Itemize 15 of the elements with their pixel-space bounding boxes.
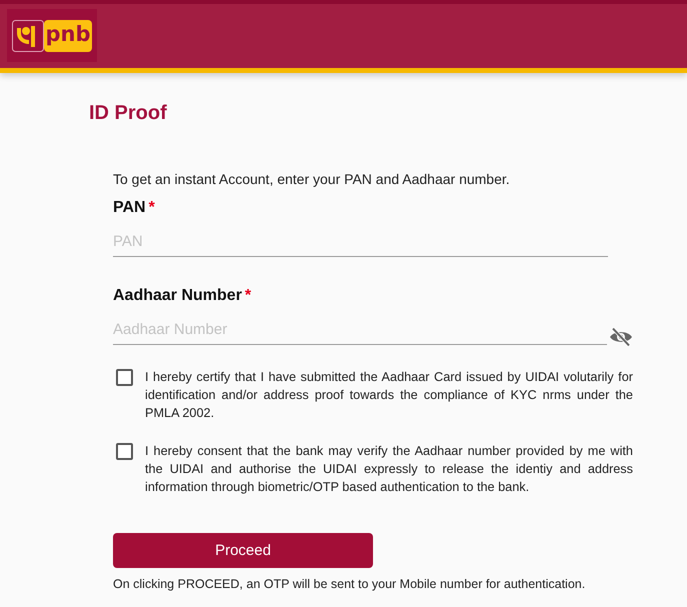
required-asterisk: *	[244, 287, 252, 304]
page-title: ID Proof	[89, 101, 168, 126]
field-label: PAN	[113, 199, 146, 216]
logo-symbol-icon	[12, 20, 44, 52]
eye-slash-icon[interactable]	[609, 327, 633, 347]
otp-notice: On clicking PROCEED, an OTP will be sent to your Mobile number for authentication.	[113, 576, 586, 593]
required-asterisk: *	[148, 199, 155, 216]
intro-text: To get an instant Account, enter your PAN and Aadhaar number.	[113, 170, 511, 189]
logo-wordmark: pnb	[44, 20, 92, 52]
consent-text: I hereby certify that I have submitted the Aadhaar Card issued by UIDAI volutarily for identification and/or address proof towards the compliance of KYC nrms under the PMLA 2002.	[145, 369, 633, 422]
checkbox[interactable]	[116, 369, 133, 386]
consent-text: I hereby consent that the bank may verify the Aadhaar number provided by me with the UIDAI and authorise the UIDAI expressly to release the identiy and address information through biometric/OTP based authentication to the bank.	[145, 443, 633, 496]
checkbox[interactable]	[116, 443, 133, 460]
field-label: Aadhaar Number	[113, 287, 242, 304]
proceed-button[interactable]: Proceed	[113, 533, 373, 568]
